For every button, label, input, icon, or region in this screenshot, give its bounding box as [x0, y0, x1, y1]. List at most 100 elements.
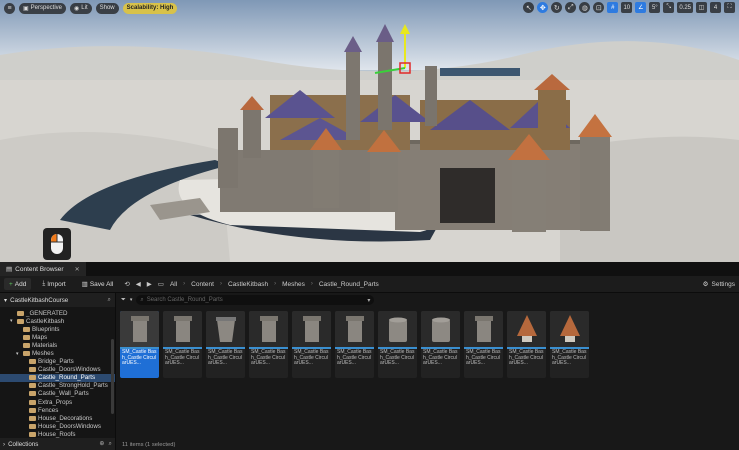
- filter-bar: ⏷ ▾ ⌕ Search Castle_Round_Parts ▾: [116, 293, 739, 307]
- asset-tile[interactable]: SM_Castle Bash_Castle CircularUES...: [378, 311, 417, 378]
- asset-tile[interactable]: SM_Castle Bash_Castle CircularUES...: [507, 311, 546, 378]
- forward-icon[interactable]: ▶: [147, 280, 152, 288]
- grid-snap-value[interactable]: 10: [621, 2, 633, 13]
- castle-scene: [0, 0, 739, 262]
- tree-scrollbar[interactable]: [111, 339, 114, 414]
- folder-icon: [17, 318, 24, 324]
- settings-button[interactable]: ⚙ Settings: [703, 280, 735, 289]
- folder-icon: ▭: [157, 281, 164, 288]
- tree-item[interactable]: _GENERATED: [0, 309, 115, 317]
- asset-label: SM_Castle Bash_Castle CircularUES...: [509, 349, 544, 367]
- asset-search-input[interactable]: ⌕ Search Castle_Round_Parts ▾: [136, 295, 375, 305]
- tree-item[interactable]: House_DoorsWindows: [0, 422, 115, 430]
- chevron-down-icon[interactable]: ▾: [130, 297, 133, 303]
- chevron-icon[interactable]: ▾: [16, 351, 21, 357]
- tree-item[interactable]: ▾ CastleKitbash: [0, 317, 115, 325]
- history-icon[interactable]: ⟲: [124, 280, 129, 288]
- level-viewport[interactable]: ≡ ▣ Perspective ◉ Lit Show Scalability: Hi…: [0, 0, 739, 262]
- tree-item[interactable]: Castle_Round_Parts: [0, 373, 115, 382]
- tree-item-label: Bridge_Parts: [38, 358, 74, 366]
- asset-tile[interactable]: SM_Castle Bash_Castle CircularUES...: [335, 311, 374, 378]
- tree-item-label: Blueprints: [32, 325, 60, 333]
- surface-snap-icon[interactable]: ⊡: [593, 2, 605, 13]
- viewport-left-toolbar: ≡ ▣ Perspective ◉ Lit Show Scalability: Hi…: [4, 2, 178, 14]
- world-local-icon[interactable]: ◍: [579, 2, 591, 13]
- lit-button[interactable]: ◉ Lit: [70, 2, 92, 14]
- breadcrumb-castle-round-parts[interactable]: Castle_Round_Parts: [319, 281, 379, 288]
- rotation-snap-toggle[interactable]: ∠: [635, 2, 647, 13]
- viewport-menu-icon[interactable]: ≡: [4, 2, 15, 14]
- content-browser-tabbar: ▤ Content Browser ✕: [0, 262, 739, 276]
- maximize-icon[interactable]: ⛶: [724, 2, 735, 13]
- add-collection-icon[interactable]: ⊕: [99, 440, 104, 448]
- collections-bar[interactable]: › Collections ⊕ ⌕: [0, 438, 115, 450]
- asset-tile[interactable]: SM_Castle Bash_Castle CircularUES...: [464, 311, 503, 378]
- folder-icon: [23, 351, 30, 357]
- tree-item[interactable]: Castle_StrongHold_Parts: [0, 382, 115, 390]
- breadcrumb-all[interactable]: All: [170, 281, 177, 288]
- asset-label: SM_Castle Bash_Castle CircularUES...: [552, 349, 587, 367]
- folder-tree: ▾ CastleKitbashCourse ⌕ _GENERATED ▾ Castl…: [0, 293, 116, 450]
- lightbulb-icon: ◉: [74, 5, 80, 12]
- tree-item-label: House_DoorsWindows: [38, 422, 101, 430]
- asset-tile[interactable]: SM_Castle Bash_Castle CircularUES...: [206, 311, 245, 378]
- tree-root[interactable]: ▾ CastleKitbashCourse ⌕: [0, 293, 115, 307]
- scalability-badge[interactable]: Scalability: High: [122, 2, 178, 14]
- breadcrumb-separator-icon: ›: [274, 281, 277, 287]
- asset-tile[interactable]: SM_Castle Bash_Castle CircularUES...: [421, 311, 460, 378]
- asset-tile[interactable]: SM_Castle Bash_Castle CircularUES...: [292, 311, 331, 378]
- tree-item[interactable]: Extra_Props: [0, 398, 115, 406]
- asset-tile[interactable]: SM_Castle Bash_Castle CircularUES...: [163, 311, 202, 378]
- search-icon: ⌕: [140, 296, 144, 303]
- tree-item[interactable]: House_Decorations: [0, 414, 115, 422]
- asset-tile[interactable]: SM_Castle Bash_Castle CircularUES...: [120, 311, 159, 378]
- show-button[interactable]: Show: [95, 2, 119, 14]
- tree-item-label: Maps: [32, 333, 48, 341]
- perspective-button[interactable]: ▣ Perspective: [19, 2, 67, 14]
- folder-icon: [23, 342, 30, 348]
- folder-icon: [29, 431, 36, 437]
- tree-item[interactable]: Castle_Wall_Parts: [0, 390, 115, 398]
- tree-item[interactable]: Castle_DoorsWindows: [0, 366, 115, 374]
- import-button[interactable]: ⤓ Import: [37, 278, 70, 290]
- add-button[interactable]: + Add: [4, 278, 32, 290]
- search-icon[interactable]: ⌕: [109, 440, 112, 448]
- search-icon[interactable]: ⌕: [108, 296, 111, 304]
- folder-icon: [23, 326, 30, 332]
- tree-item[interactable]: Blueprints: [0, 325, 115, 333]
- grid-snap-toggle[interactable]: #: [607, 2, 619, 13]
- scale-snap-icon[interactable]: ⤡: [663, 2, 675, 13]
- breadcrumb-meshes[interactable]: Meshes: [282, 281, 305, 288]
- chevron-icon[interactable]: ▾: [10, 318, 15, 324]
- tree-item[interactable]: Materials: [0, 341, 115, 349]
- camera-speed-icon[interactable]: ◫: [696, 2, 707, 13]
- breadcrumb-separator-icon: ›: [183, 281, 186, 287]
- rotate-icon[interactable]: ↻: [551, 2, 563, 13]
- asset-tile[interactable]: SM_Castle Bash_Castle CircularUES...: [550, 311, 589, 378]
- tree-root-label: CastleKitbashCourse: [10, 296, 69, 304]
- rotation-snap-value[interactable]: 5°: [649, 2, 661, 13]
- breadcrumb-castlekitbash[interactable]: CastleKitbash: [228, 281, 268, 288]
- asset-label: SM_Castle Bash_Castle CircularUES...: [337, 349, 372, 367]
- back-icon[interactable]: ◀: [136, 280, 141, 288]
- camera-speed-value[interactable]: 4: [710, 2, 721, 13]
- tree-item-label: _GENERATED: [26, 309, 68, 317]
- tree-item[interactable]: Bridge_Parts: [0, 358, 115, 366]
- mouse-icon: [51, 234, 63, 254]
- tree-item[interactable]: Maps: [0, 333, 115, 341]
- tree-item-label: Castle_Wall_Parts: [38, 390, 89, 398]
- scale-snap-value[interactable]: 0.25: [677, 2, 693, 13]
- chevron-down-icon[interactable]: ▾: [367, 297, 370, 304]
- tree-item[interactable]: ▾ Meshes: [0, 349, 115, 357]
- breadcrumb-content[interactable]: Content: [191, 281, 214, 288]
- filter-icon[interactable]: ⏷: [121, 297, 126, 304]
- asset-tile[interactable]: SM_Castle Bash_Castle CircularUES...: [249, 311, 288, 378]
- close-icon[interactable]: ✕: [75, 266, 80, 273]
- folder-icon: [29, 423, 36, 429]
- save-all-button[interactable]: ▥ Save All: [77, 278, 119, 290]
- select-mode-icon[interactable]: ↖: [523, 2, 535, 13]
- scale-icon[interactable]: ⤢: [565, 2, 577, 13]
- translate-icon[interactable]: ✥: [537, 2, 549, 13]
- content-browser-tab[interactable]: ▤ Content Browser ✕: [0, 262, 86, 276]
- tree-item[interactable]: Fences: [0, 406, 115, 414]
